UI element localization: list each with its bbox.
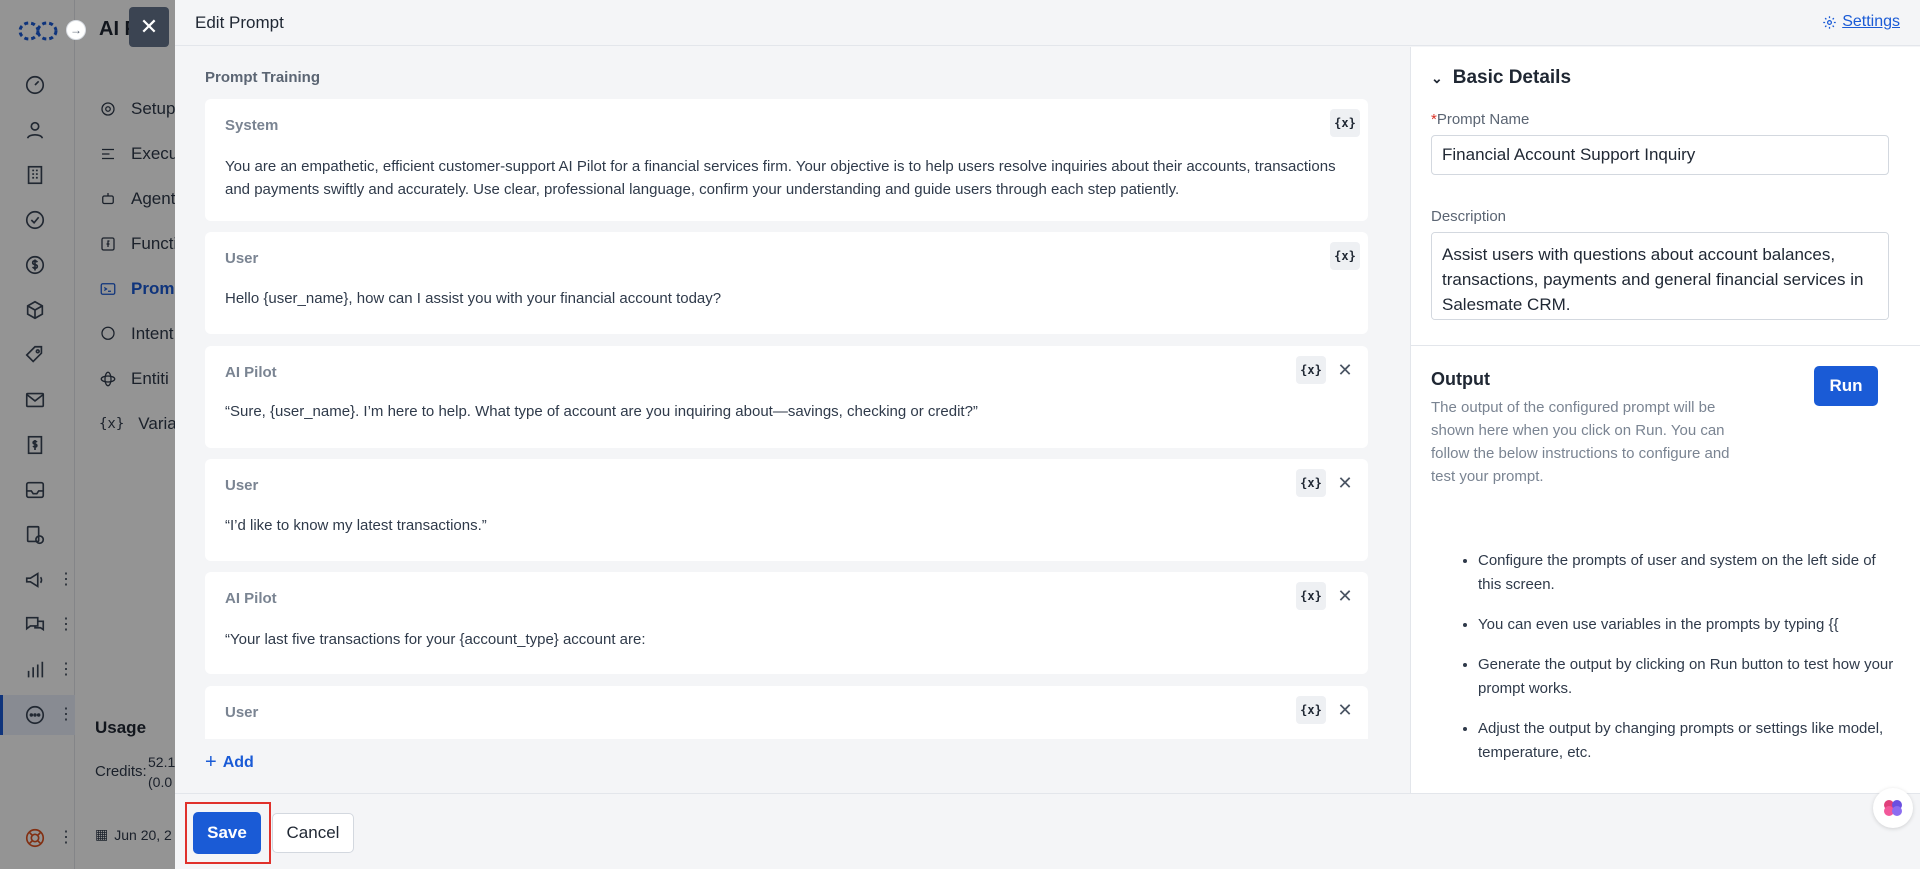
- modal-footer: Save Cancel: [175, 793, 1920, 869]
- delete-message-button[interactable]: ✕: [1330, 696, 1360, 724]
- message-text[interactable]: You are an empathetic, efficient custome…: [225, 155, 1345, 201]
- ai-assistant-icon[interactable]: [1873, 788, 1913, 828]
- description-textarea[interactable]: Assist users with questions about accoun…: [1431, 232, 1889, 320]
- close-icon: ✕: [1337, 472, 1353, 493]
- add-label: Add: [222, 753, 254, 771]
- list-item: Adjust the output by changing prompts or…: [1478, 717, 1896, 765]
- prompt-training-area: Prompt Training System {x} You are an em…: [175, 47, 1410, 793]
- message-actions: {x}: [1330, 242, 1360, 270]
- message-card-user[interactable]: User {x} ✕ “I’d like to know my latest t…: [205, 459, 1368, 561]
- message-role: User: [225, 477, 259, 494]
- delete-message-button[interactable]: ✕: [1330, 469, 1360, 497]
- right-panel: ⌄ Basic Details *Prompt Name Description…: [1410, 47, 1920, 793]
- plus-icon: +: [205, 751, 217, 773]
- save-button[interactable]: Save: [193, 812, 261, 854]
- close-icon: ✕: [1337, 359, 1353, 380]
- close-modal-button[interactable]: ✕: [129, 7, 169, 47]
- list-item: Generate the output by clicking on Run b…: [1478, 653, 1896, 701]
- brain-icon: [1884, 800, 1902, 816]
- close-icon: ✕: [139, 14, 159, 39]
- basic-details-header: Basic Details: [1452, 67, 1572, 88]
- section-label: Prompt Training: [205, 69, 321, 86]
- message-role: System: [225, 117, 279, 134]
- message-text[interactable]: “I’d like to know my latest transactions…: [225, 514, 1345, 537]
- delete-message-button[interactable]: ✕: [1330, 582, 1360, 610]
- output-description: The output of the configured prompt will…: [1431, 399, 1730, 485]
- settings-label: Settings: [1842, 13, 1900, 30]
- instruction-list: Configure the prompts of user and system…: [1456, 549, 1896, 781]
- modal-backdrop[interactable]: [0, 0, 175, 869]
- message-actions: {x} ✕: [1296, 469, 1360, 497]
- insert-variable-button[interactable]: {x}: [1296, 356, 1326, 384]
- settings-link[interactable]: Settings: [1822, 13, 1900, 31]
- prompt-name-input[interactable]: [1431, 135, 1889, 175]
- message-list[interactable]: System {x} You are an empathetic, effici…: [205, 99, 1381, 739]
- close-icon: ✕: [1337, 699, 1353, 720]
- message-text[interactable]: “Sure, {user_name}. I’m here to help. Wh…: [225, 400, 1345, 423]
- modal-title: Edit Prompt: [195, 13, 284, 32]
- list-item: You can even use variables in the prompt…: [1478, 613, 1896, 637]
- message-actions: {x} ✕: [1296, 356, 1360, 384]
- message-role: AI Pilot: [225, 590, 277, 607]
- prompt-name-label: *Prompt Name: [1431, 111, 1529, 128]
- output-title: Output: [1431, 369, 1490, 389]
- divider: [1411, 345, 1920, 346]
- message-actions: {x} ✕: [1296, 696, 1360, 724]
- cancel-button[interactable]: Cancel: [272, 813, 354, 853]
- list-item: Configure the prompts of user and system…: [1478, 549, 1896, 597]
- description-label: Description: [1431, 208, 1507, 225]
- gear-icon: [1823, 15, 1836, 29]
- message-role: User: [225, 250, 259, 267]
- message-card-ai-pilot[interactable]: AI Pilot {x} ✕ “Sure, {user_name}. I’m h…: [205, 346, 1368, 448]
- message-card-user[interactable]: User {x} Hello {user_name}, how can I as…: [205, 232, 1368, 334]
- basic-details-toggle[interactable]: ⌄ Basic Details: [1431, 67, 1571, 89]
- message-text[interactable]: Hello {user_name}, how can I assist you …: [225, 287, 1345, 310]
- message-card-user[interactable]: User {x} ✕: [205, 686, 1368, 739]
- insert-variable-button[interactable]: {x}: [1296, 696, 1326, 724]
- delete-message-button[interactable]: ✕: [1330, 356, 1360, 384]
- message-actions: {x}: [1330, 109, 1360, 137]
- message-role: User: [225, 704, 259, 721]
- insert-variable-button[interactable]: {x}: [1330, 242, 1360, 270]
- insert-variable-button[interactable]: {x}: [1296, 469, 1326, 497]
- prompt-name-label-text: Prompt Name: [1436, 111, 1530, 128]
- chevron-down-icon: ⌄: [1431, 69, 1443, 86]
- edit-prompt-modal: Edit Prompt Settings Prompt Training Sys…: [175, 0, 1920, 869]
- modal-header: Edit Prompt Settings: [175, 0, 1920, 46]
- insert-variable-button[interactable]: {x}: [1330, 109, 1360, 137]
- message-actions: {x} ✕: [1296, 582, 1360, 610]
- message-text[interactable]: “Your last five transactions for your {a…: [225, 628, 1345, 651]
- run-button[interactable]: Run: [1814, 366, 1878, 406]
- add-message-button[interactable]: + Add: [205, 751, 254, 774]
- collapse-arrow-icon[interactable]: →: [66, 20, 86, 40]
- message-card-ai-pilot[interactable]: AI Pilot {x} ✕ “Your last five transacti…: [205, 572, 1368, 674]
- message-card-system[interactable]: System {x} You are an empathetic, effici…: [205, 99, 1368, 221]
- message-role: AI Pilot: [225, 364, 277, 381]
- insert-variable-button[interactable]: {x}: [1296, 582, 1326, 610]
- close-icon: ✕: [1337, 585, 1353, 606]
